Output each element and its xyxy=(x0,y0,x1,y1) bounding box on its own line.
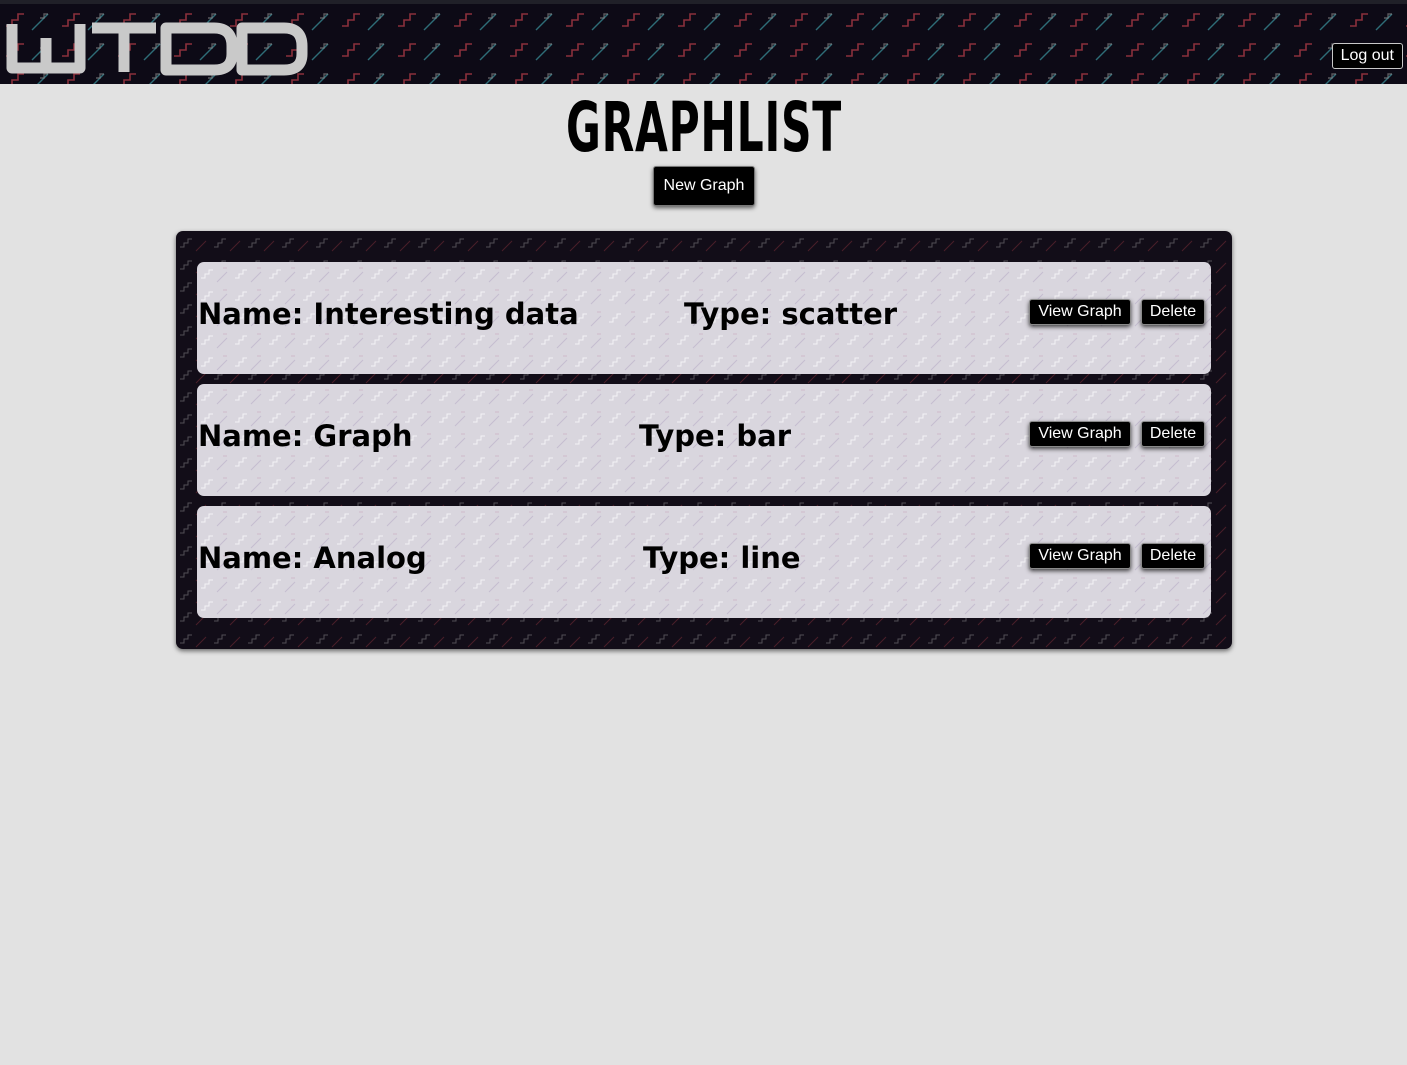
graph-list-panel: Name: Interesting data Type: scatter Vie… xyxy=(176,231,1232,649)
graph-list-item: Name: Analog Type: line View Graph Delet… xyxy=(197,506,1211,618)
graph-list-item: Name: Interesting data Type: scatter Vie… xyxy=(197,262,1211,374)
page-title: GRAPHLIST xyxy=(566,87,842,166)
graph-name: Name: Interesting data xyxy=(198,297,579,331)
page-title-text: GRAPHLIST xyxy=(566,87,842,166)
delete-graph-button[interactable]: Delete xyxy=(1141,299,1205,325)
graph-name: Name: Graph xyxy=(198,419,413,453)
graph-list-item: Name: Graph Type: bar View Graph Delete xyxy=(197,384,1211,496)
view-graph-button[interactable]: View Graph xyxy=(1029,543,1131,569)
graph-type: Type: bar xyxy=(639,419,791,453)
page-title-container: GRAPHLIST xyxy=(0,86,1407,166)
wtdd-logo[interactable] xyxy=(6,20,308,78)
logout-button[interactable]: Log out xyxy=(1331,43,1403,69)
graph-type: Type: line xyxy=(643,541,801,575)
delete-graph-button[interactable]: Delete xyxy=(1141,543,1205,569)
new-graph-button[interactable]: New Graph xyxy=(653,166,755,206)
graph-name: Name: Analog xyxy=(198,541,427,575)
top-header: Log out xyxy=(0,0,1407,84)
graph-type: Type: scatter xyxy=(684,297,898,331)
view-graph-button[interactable]: View Graph xyxy=(1029,421,1131,447)
view-graph-button[interactable]: View Graph xyxy=(1029,299,1131,325)
delete-graph-button[interactable]: Delete xyxy=(1141,421,1205,447)
